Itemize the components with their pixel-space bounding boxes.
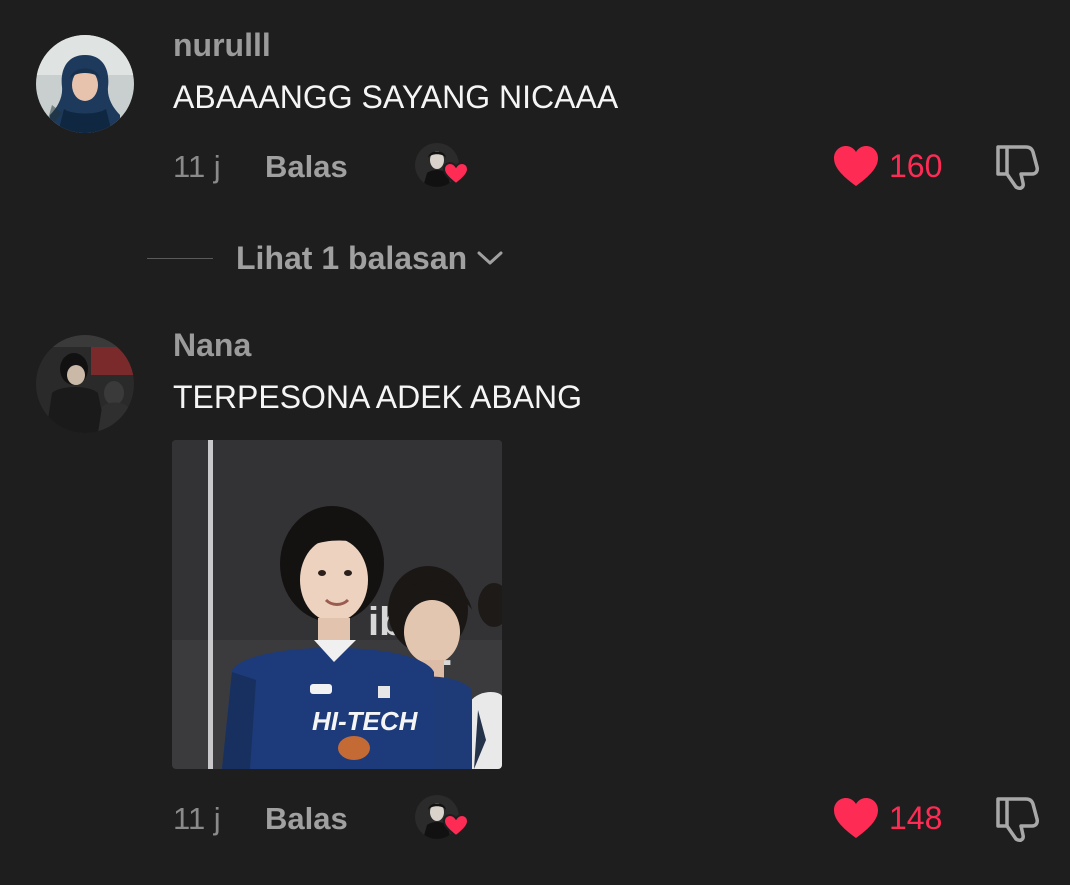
reply-button[interactable]: Balas xyxy=(265,151,348,182)
comment-list: nurulll ABAAANGG SAYANG NICAAA 11 j Bala… xyxy=(0,0,1070,885)
like-button[interactable]: 160 xyxy=(833,143,942,189)
like-count: 148 xyxy=(889,800,943,836)
view-replies-button[interactable]: Lihat 1 balasan xyxy=(147,238,503,278)
timestamp: 11 j xyxy=(173,149,221,184)
jersey-text: HI-TECH xyxy=(312,706,419,736)
comment-image[interactable]: iba T HI-TECH xyxy=(172,440,502,769)
creator-like-heart-icon xyxy=(443,814,469,838)
creator-liked-badge xyxy=(415,795,469,841)
reply-button[interactable]: Balas xyxy=(265,803,348,834)
creator-liked-badge xyxy=(415,143,469,189)
heart-icon[interactable] xyxy=(833,797,879,839)
creator-like-heart-icon xyxy=(443,162,469,186)
username[interactable]: nurulll xyxy=(173,29,271,61)
view-replies-label: Lihat 1 balasan xyxy=(236,240,468,276)
timestamp: 11 j xyxy=(173,801,221,836)
avatar[interactable] xyxy=(36,335,134,433)
comment-text: TERPESONA ADEK ABANG xyxy=(173,379,583,415)
comment-text: ABAAANGG SAYANG NICAAA xyxy=(173,79,619,115)
like-button[interactable]: 148 xyxy=(833,795,942,841)
dislike-icon[interactable] xyxy=(992,143,1040,191)
dislike-icon[interactable] xyxy=(992,795,1040,843)
heart-icon[interactable] xyxy=(833,145,879,187)
like-count: 160 xyxy=(889,148,943,184)
chevron-down-icon xyxy=(477,251,503,265)
divider xyxy=(147,257,213,259)
avatar[interactable] xyxy=(36,35,134,133)
username[interactable]: Nana xyxy=(173,329,251,361)
